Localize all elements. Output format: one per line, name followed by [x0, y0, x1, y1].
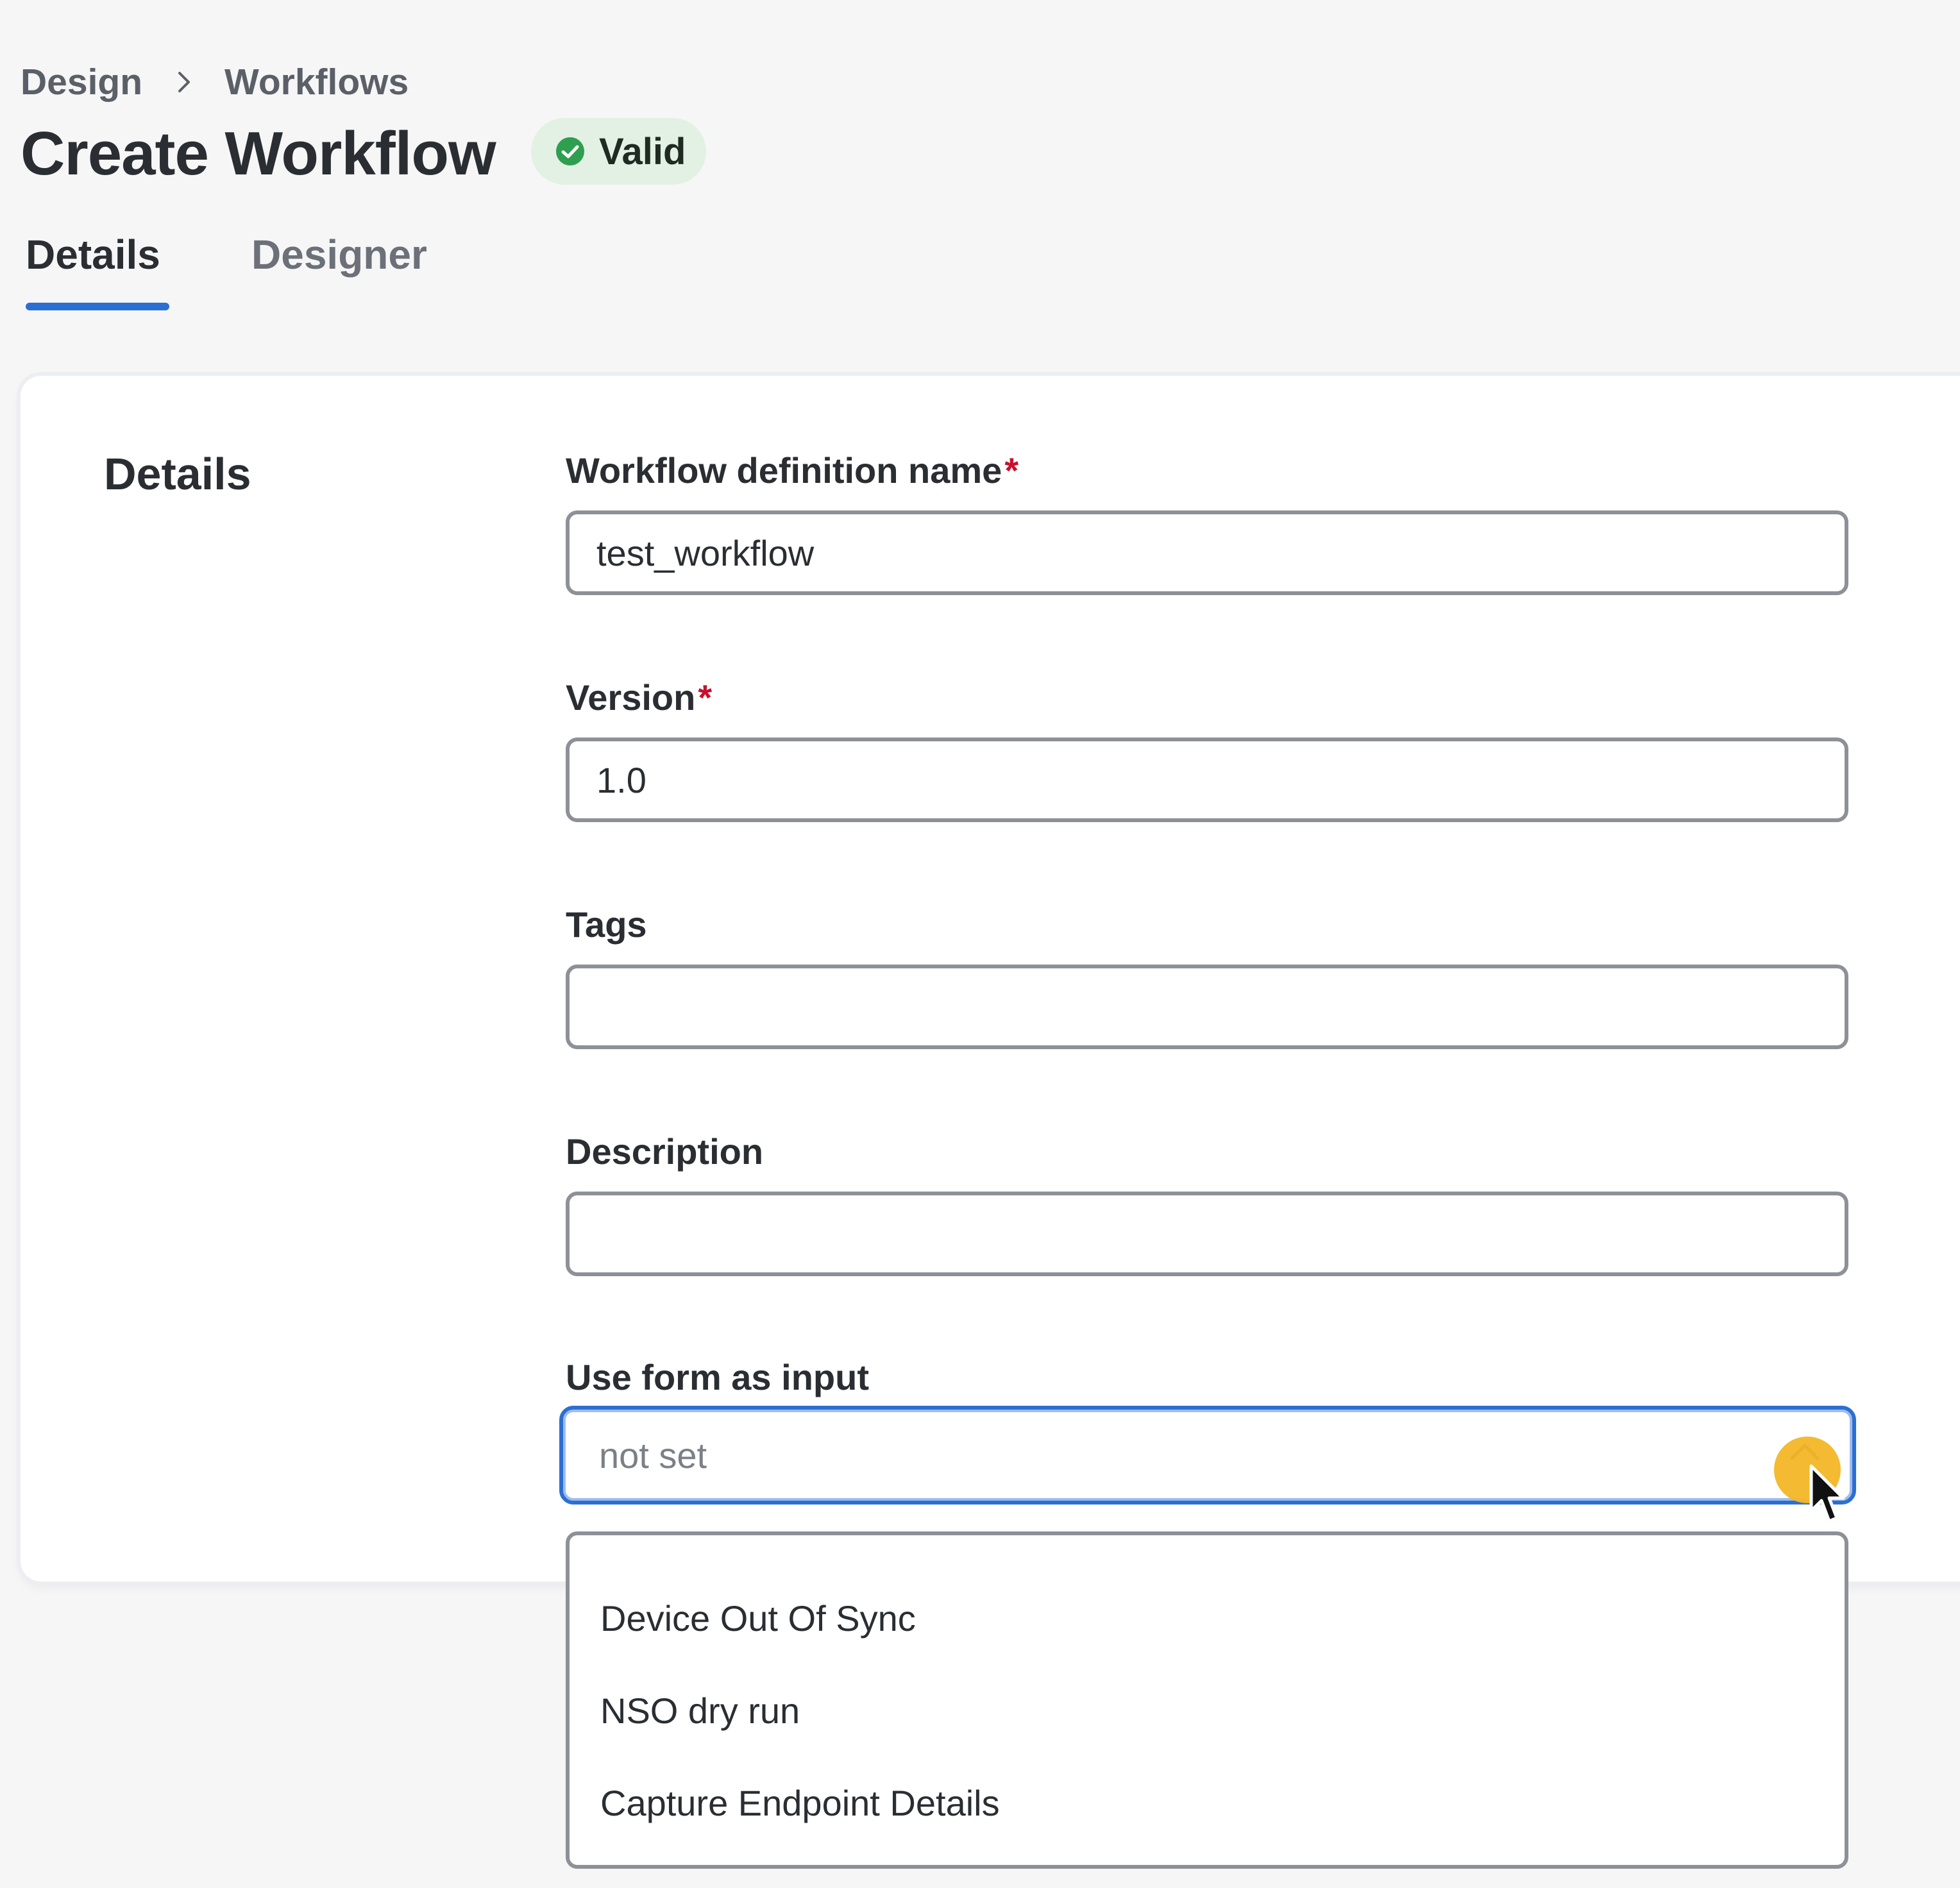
status-label: Valid: [599, 130, 686, 173]
breadcrumb-design[interactable]: Design: [21, 61, 142, 103]
workflow-name-input[interactable]: [566, 510, 1848, 595]
status-badge: Valid: [531, 118, 707, 185]
section-title: Details: [104, 449, 251, 499]
form-select[interactable]: not set: [559, 1406, 1856, 1504]
version-input[interactable]: [566, 738, 1848, 822]
workflow-name-label-text: Workflow definition name: [566, 450, 1002, 491]
version-label-text: Version: [566, 677, 696, 718]
check-circle-icon: [555, 137, 585, 166]
tags-input[interactable]: [566, 965, 1848, 1049]
dropdown-option[interactable]: CaptureEP: [600, 1852, 776, 1865]
page-title: Create Workflow: [21, 119, 496, 188]
required-marker: *: [698, 677, 713, 718]
workflow-name-label: Workflow definition name*: [566, 445, 1018, 496]
form-select-placeholder: not set: [599, 1435, 707, 1476]
description-label: Description: [566, 1131, 764, 1172]
dropdown-option[interactable]: Device Out Of Sync: [600, 1593, 916, 1644]
tags-label: Tags: [566, 904, 647, 945]
dropdown-option[interactable]: Capture Endpoint Details: [600, 1778, 1000, 1829]
dropdown-option[interactable]: NSO dry run: [600, 1685, 800, 1737]
form-dropdown-list[interactable]: Device Out Of Sync NSO dry run Capture E…: [566, 1531, 1848, 1869]
version-label: Version*: [566, 672, 712, 723]
form-input-label: Use form as input: [566, 1357, 869, 1397]
tab-designer[interactable]: Designer: [251, 226, 427, 283]
breadcrumb-workflows[interactable]: Workflows: [224, 61, 409, 103]
required-marker: *: [1004, 450, 1019, 491]
description-input[interactable]: [566, 1192, 1848, 1276]
tab-details[interactable]: Details: [26, 226, 160, 283]
chevron-right-icon: [171, 69, 196, 95]
mouse-pointer-icon: [1807, 1463, 1846, 1528]
breadcrumb: Design Workflows: [21, 56, 409, 108]
active-tab-indicator: [26, 303, 169, 310]
